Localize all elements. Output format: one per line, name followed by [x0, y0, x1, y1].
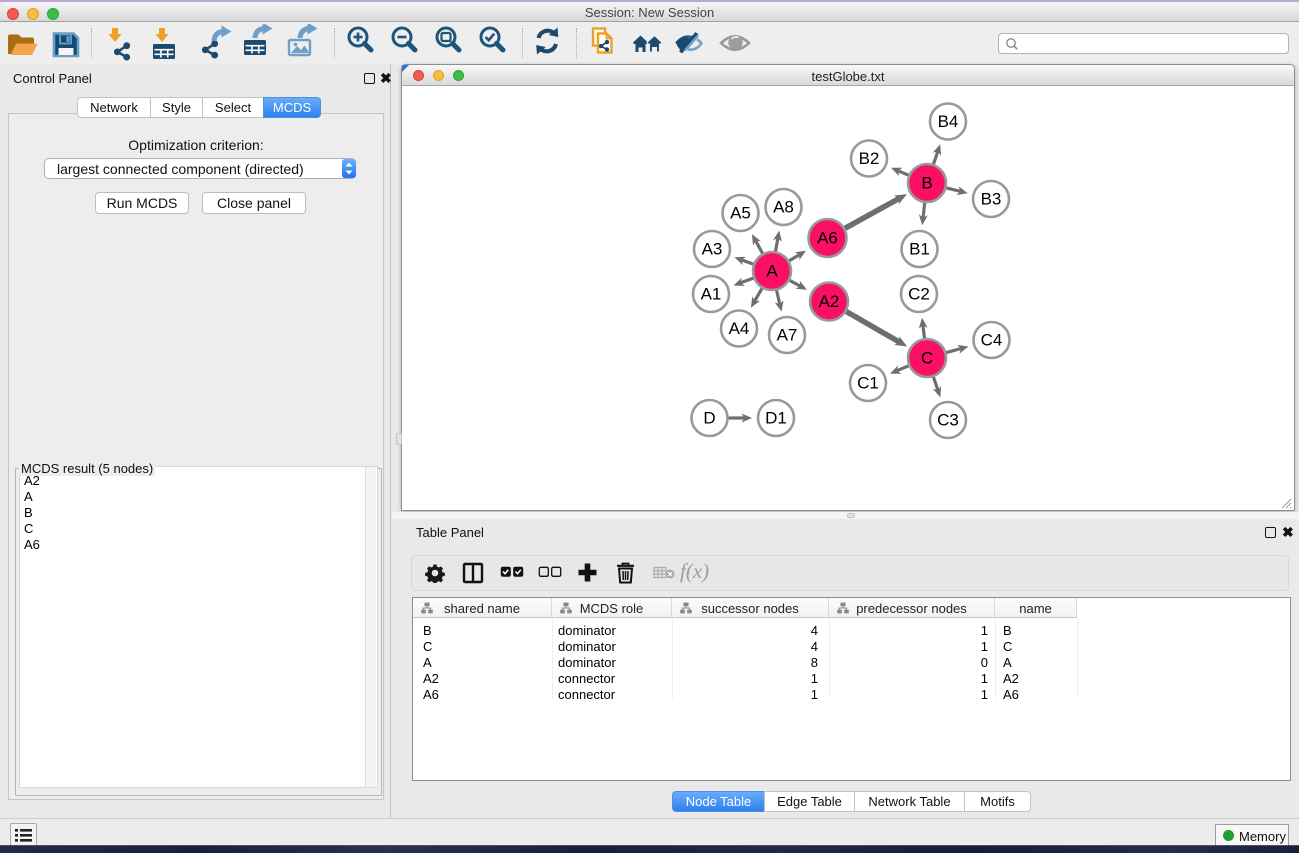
svg-text:A: A	[766, 262, 778, 281]
svg-text:A3: A3	[702, 240, 723, 259]
svg-text:B: B	[921, 174, 932, 193]
svg-text:A4: A4	[729, 319, 750, 338]
svg-text:B2: B2	[859, 149, 880, 168]
svg-text:C3: C3	[937, 411, 959, 430]
svg-text:A8: A8	[773, 198, 794, 217]
svg-text:C: C	[921, 349, 933, 368]
svg-text:C2: C2	[908, 285, 930, 304]
svg-text:A7: A7	[777, 326, 798, 345]
svg-text:A6: A6	[817, 229, 838, 248]
svg-text:A5: A5	[730, 204, 751, 223]
svg-text:D1: D1	[765, 409, 787, 428]
svg-text:B4: B4	[938, 112, 959, 131]
svg-text:B1: B1	[909, 240, 930, 259]
svg-text:D: D	[703, 409, 715, 428]
svg-text:A1: A1	[701, 285, 722, 304]
svg-text:A2: A2	[819, 292, 840, 311]
svg-text:C1: C1	[857, 374, 879, 393]
svg-text:C4: C4	[981, 331, 1003, 350]
svg-text:B3: B3	[981, 190, 1002, 209]
